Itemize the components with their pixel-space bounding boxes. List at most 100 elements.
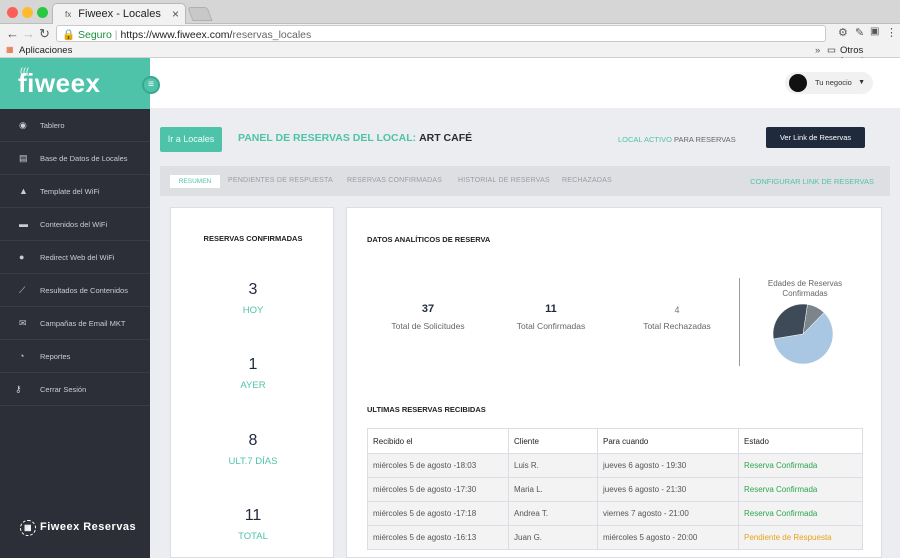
key-icon: ⚷ (15, 384, 22, 394)
extension-icon[interactable]: ⚙ (838, 26, 848, 39)
bookmark-apps[interactable]: Aplicaciones (19, 45, 72, 56)
cell-recibido: miércoles 5 de agosto -18:03 (367, 453, 509, 478)
menu-dots-icon[interactable]: ⋮ (886, 26, 897, 39)
database-icon: ▤ (19, 153, 28, 163)
table-row[interactable]: miércoles 5 de agosto -17:18 Andrea T. vie… (367, 501, 863, 526)
column-header[interactable]: Cliente (508, 428, 598, 454)
eyedropper-icon[interactable]: ✎ (855, 26, 864, 39)
recent-reservations-title: ULTIMAS RESERVAS RECIBIDAS (367, 405, 486, 414)
sidebar-item-label: Contenidos del WiFi (40, 220, 108, 229)
stat-ult7-value: 8 (248, 432, 258, 449)
favicon-icon: fx (65, 10, 72, 19)
tab-resumen[interactable]: RESUMEN (170, 175, 220, 188)
local-status: LOCAL ACTIVO PARA RESERVAS (618, 135, 736, 144)
calendar-icon: ▦ (20, 520, 36, 536)
top-header: Tu negocio ▼ (150, 58, 900, 108)
metric-solicitudes-label: Total de Solicitudes (391, 321, 465, 331)
sidebar-item-reportes[interactable]: ◔ Reportes (0, 340, 150, 373)
bookmarks-bar: ▦ Aplicaciones » ▭ Otros favoritos (0, 43, 900, 67)
pocket-icon[interactable]: ▣ (870, 26, 879, 37)
cell-cliente: Juan G. (508, 525, 598, 550)
cell-para-cuando: viernes 7 agosto - 21:00 (597, 501, 739, 526)
metric-rechazadas-label: Total Rechazadas (643, 321, 711, 331)
logo-area: ((( fiweex (0, 58, 150, 109)
cell-cliente: Luis R. (508, 453, 598, 478)
forward-icon[interactable]: → (22, 26, 35, 41)
reload-icon[interactable]: ↻ (39, 26, 50, 42)
maximize-window-icon[interactable] (37, 7, 48, 18)
sidebar-item-base-datos[interactable]: ▤ Base de Datos de Locales (0, 142, 150, 175)
minimize-window-icon[interactable] (22, 7, 33, 18)
pie-chart-title-line1: Edades de Reservas (767, 279, 843, 288)
sidebar-item-label: Redirect Web del WiFi (40, 253, 115, 262)
reports-icon: ◔ (19, 351, 25, 361)
globe-icon: ● (19, 252, 25, 262)
user-label: Tu negocio (815, 78, 852, 87)
tab-rechazadas[interactable]: RECHAZADAS (562, 177, 612, 184)
sidebar-item-label: Tablero (40, 121, 65, 130)
sidebar-item-tablero[interactable]: ◉ Tablero (0, 109, 150, 142)
close-tab-icon[interactable]: × (172, 7, 179, 21)
table-row[interactable]: miércoles 5 de agosto -18:03 Luis R. jueve… (367, 453, 863, 478)
stat-hoy-label: HOY (242, 305, 264, 316)
sidebar-footer[interactable]: ▦ Fiweex Reservas (20, 520, 136, 536)
confirmed-reservations-card: RESERVAS CONFIRMADAS 3 HOY 1 AYER 8 ULT.… (170, 207, 334, 558)
local-status-suffix: PARA RESERVAS (674, 135, 736, 144)
tab-pendientes[interactable]: PENDIENTES DE RESPUESTA (228, 177, 333, 184)
folder-icon: ▭ (827, 45, 836, 56)
table-row[interactable]: miércoles 5 de agosto -16:13 Juan G. miérc… (367, 525, 863, 550)
pie-chart-title-line2: Confirmadas (782, 289, 828, 298)
sidebar-item-label: Cerrar Sesión (40, 385, 87, 394)
sidebar-item-cerrar-sesion[interactable]: ⚷ Cerrar Sesión (0, 373, 150, 406)
dashboard-icon: ◉ (19, 120, 27, 130)
cell-cliente: Andrea T. (508, 501, 598, 526)
sidebar-item-label: Template del WiFi (40, 187, 100, 196)
cell-para-cuando: jueves 6 agosto - 19:30 (597, 453, 739, 478)
metric-confirmadas-value: 11 (545, 303, 557, 315)
table-row[interactable]: miércoles 5 de agosto -17:30 Maria L. juev… (367, 477, 863, 502)
new-tab-button[interactable] (187, 7, 213, 21)
close-window-icon[interactable] (7, 7, 18, 18)
age-pie-chart (772, 303, 834, 365)
view-reservation-link-button[interactable]: Ver Link de Reservas (766, 127, 865, 148)
stat-ayer-value: 1 (248, 356, 258, 373)
go-to-locales-button[interactable]: Ir a Locales (160, 127, 222, 152)
metric-confirmadas-label: Total Confirmadas (516, 321, 586, 331)
sidebar: ((( fiweex ◉ Tablero ▤ Base de Datos de Lo… (0, 58, 150, 558)
sidebar-item-label: Base de Datos de Locales (40, 154, 128, 163)
analytics-card: DATOS ANALÍTICOS DE RESERVA 37 Total de … (346, 207, 882, 558)
tab-confirmadas[interactable]: RESERVAS CONFIRMADAS (347, 177, 442, 184)
sidebar-item-contenidos[interactable]: ▬ Contenidos del WiFi (0, 208, 150, 241)
tab-historial[interactable]: HISTORIAL DE RESERVAS (458, 177, 550, 184)
avatar-icon (789, 74, 807, 92)
stat-total-label: TOTAL (238, 531, 268, 542)
secure-label: Seguro (78, 29, 112, 41)
sidebar-item-label: Reportes (40, 352, 71, 361)
address-bar[interactable]: 🔒 Seguro | https://www.fiweex.com/reserv… (56, 25, 826, 42)
sidebar-item-label: Resultados de Contenidos (40, 286, 128, 295)
configure-link-button[interactable]: CONFIGURAR LINK DE RESERVAS (750, 177, 874, 186)
column-header[interactable]: Para cuando (597, 428, 739, 454)
stat-total-value: 11 (244, 507, 262, 524)
menu-toggle-button[interactable]: ≡ (142, 76, 160, 94)
vertical-divider (739, 278, 740, 366)
caret-down-icon: ▼ (858, 79, 865, 86)
sidebar-item-template[interactable]: ▲ Template del WiFi (0, 175, 150, 208)
sidebar-item-campanas[interactable]: ✉ Campañas de Email MKT (0, 307, 150, 340)
browser-tab[interactable]: fx Fiweex - Locales × (52, 3, 186, 24)
metric-solicitudes-value: 37 (421, 303, 435, 315)
column-header[interactable]: Estado (738, 428, 863, 454)
cell-recibido: miércoles 5 de agosto -17:30 (367, 477, 509, 502)
local-status-active: LOCAL ACTIVO (618, 135, 672, 144)
cell-recibido: miércoles 5 de agosto -16:13 (367, 525, 509, 550)
user-menu[interactable]: Tu negocio ▼ (785, 72, 873, 94)
chart-icon: ⟋ (19, 285, 26, 295)
sidebar-item-resultados[interactable]: ⟋ Resultados de Contenidos (0, 274, 150, 307)
sidebar-item-redirect[interactable]: ● Redirect Web del WiFi (0, 241, 150, 274)
chevron-more-icon[interactable]: » (815, 45, 820, 56)
back-icon[interactable]: ← (6, 26, 19, 41)
column-header[interactable]: Recibido el (367, 428, 509, 454)
cell-estado: Reserva Confirmada (738, 453, 863, 478)
cell-recibido: miércoles 5 de agosto -17:18 (367, 501, 509, 526)
logo[interactable]: fiweex (18, 68, 101, 99)
